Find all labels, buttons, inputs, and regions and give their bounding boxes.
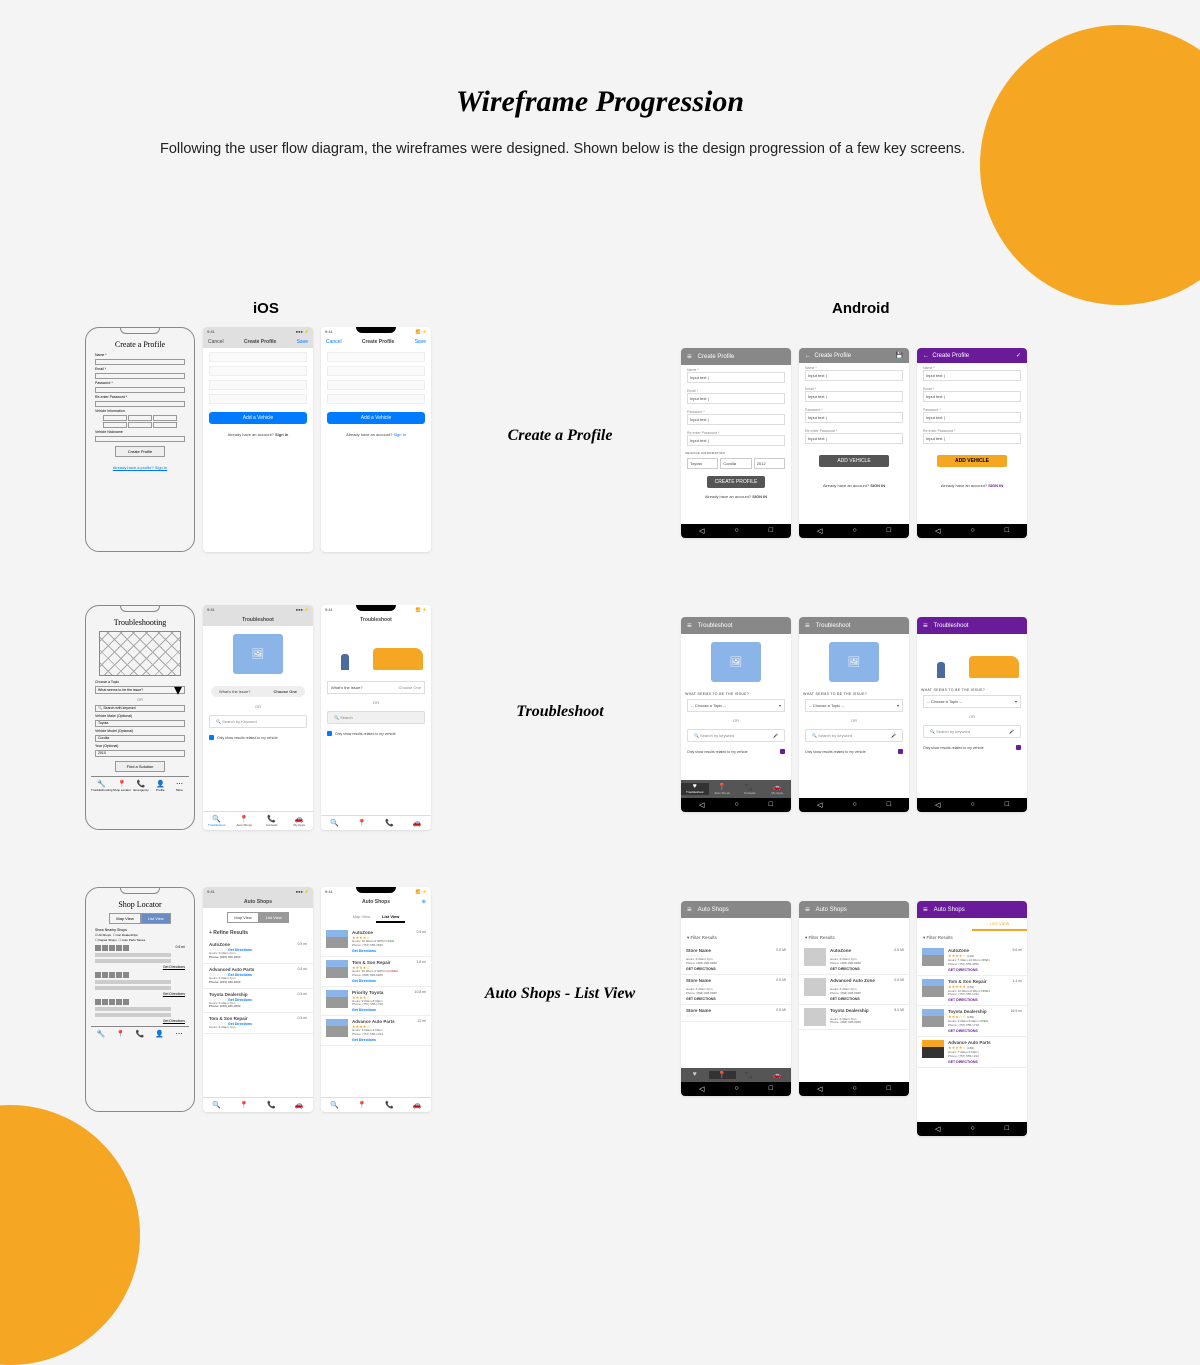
- ios-shops-v3: 9:41📶 ⚡ Auto Shops⊕ Map ViewList View Au…: [321, 887, 431, 1112]
- back-icon: ◁: [699, 527, 704, 535]
- back-icon[interactable]: ←: [923, 353, 929, 359]
- android-ts-v2: ≡Troubleshoot 🖼 WHAT SEEMS TO BE THE ISS…: [799, 617, 909, 812]
- android-shops-v2: ≡Auto Shops MAP VIEWLIST VIEW ▾ Filter R…: [799, 901, 909, 1096]
- home-icon: ○: [734, 527, 738, 535]
- save-icon[interactable]: 💾: [896, 352, 903, 359]
- create-profile-button[interactable]: CREATE PROFILE: [707, 476, 765, 488]
- android-col-header: Android: [832, 300, 890, 317]
- row-label-shops: Auto Shops - List View: [460, 985, 660, 1003]
- decorative-blob-top: [980, 25, 1200, 305]
- back-icon[interactable]: ←: [805, 353, 811, 359]
- add-vehicle-button[interactable]: ADD VEHICLE: [937, 455, 1007, 467]
- ios-shops-sketch: Shop Locator Map ViewList View Show Near…: [85, 887, 195, 1112]
- filter-icon[interactable]: ⊕: [422, 899, 426, 905]
- android-ts-row: ≡Troubleshoot 🖼 WHAT SEEMS TO BE THE ISS…: [681, 617, 1027, 812]
- find-solution-button[interactable]: Find a Solution: [115, 761, 165, 772]
- ios-ts-v2: 9:41●●● ⚡ Troubleshoot 🖼 What's the issu…: [203, 605, 313, 830]
- ios-profile-v2: 9:41●●● ⚡ CancelCreate ProfileSave Add a…: [203, 327, 313, 552]
- car-illustration: [327, 632, 425, 672]
- android-ts-v1: ≡Troubleshoot 🖼 WHAT SEEMS TO BE THE ISS…: [681, 617, 791, 812]
- ios-profile-sketch: Create a Profile Name * Email * Password…: [85, 327, 195, 552]
- create-profile-button[interactable]: Create Profile: [115, 446, 165, 457]
- ios-profile-row: Create a Profile Name * Email * Password…: [85, 327, 431, 552]
- ios-ts-sketch: Troubleshooting Choose a Topic What seem…: [85, 605, 195, 830]
- intro-text: Following the user flow diagram, the wir…: [160, 139, 1040, 159]
- row-label-profile: Create a Profile: [460, 427, 660, 445]
- android-shops-v1: ≡Auto Shops MAP VIEWLIST VIEW ▾ Filter R…: [681, 901, 791, 1096]
- checkbox[interactable]: [209, 735, 214, 740]
- add-vehicle-button[interactable]: Add a Vehicle: [209, 412, 307, 424]
- android-profile-v1: ≡Create Profile Name *Input text | Email…: [681, 348, 791, 538]
- row-label-troubleshoot: Troubleshoot: [460, 703, 660, 721]
- ios-col-header: iOS: [253, 300, 279, 317]
- image-placeholder-icon: 🖼: [233, 634, 283, 674]
- add-vehicle-button[interactable]: ADD VEHICLE: [819, 455, 889, 467]
- android-shops-v3: ≡Auto Shops MAP VIEWLIST VIEW ▾ Filter R…: [917, 901, 1027, 1136]
- check-icon[interactable]: ✓: [1016, 352, 1021, 359]
- menu-icon[interactable]: ≡: [687, 352, 692, 361]
- ios-profile-v3: 9:41📶 ⚡ CancelCreate ProfileSave Add a V…: [321, 327, 431, 552]
- image-placeholder-icon: 🖼: [711, 642, 761, 682]
- android-profile-v3: ← Create Profile✓ Name *Input text | Ema…: [917, 348, 1027, 538]
- android-shops-row: ≡Auto Shops MAP VIEWLIST VIEW ▾ Filter R…: [681, 901, 1027, 1136]
- android-profile-row: ≡Create Profile Name *Input text | Email…: [681, 348, 1027, 538]
- ios-ts-row: Troubleshooting Choose a Topic What seem…: [85, 605, 431, 830]
- decorative-blob-bottom: [0, 1105, 140, 1365]
- android-ts-v3: ≡Troubleshoot WHAT SEEMS TO BE THE ISSUE…: [917, 617, 1027, 812]
- ios-shops-row: Shop Locator Map ViewList View Show Near…: [85, 887, 431, 1112]
- add-vehicle-button[interactable]: Add a Vehicle: [327, 412, 425, 424]
- ios-shops-v2: 9:41●●● ⚡ Auto Shops Map ViewList View +…: [203, 887, 313, 1112]
- ios-ts-v3: 9:41📶 ⚡ Troubleshoot What's the issue?Ch…: [321, 605, 431, 830]
- android-profile-v2: ← Create Profile💾 Name *Input text | Ema…: [799, 348, 909, 538]
- recent-icon: □: [769, 527, 773, 535]
